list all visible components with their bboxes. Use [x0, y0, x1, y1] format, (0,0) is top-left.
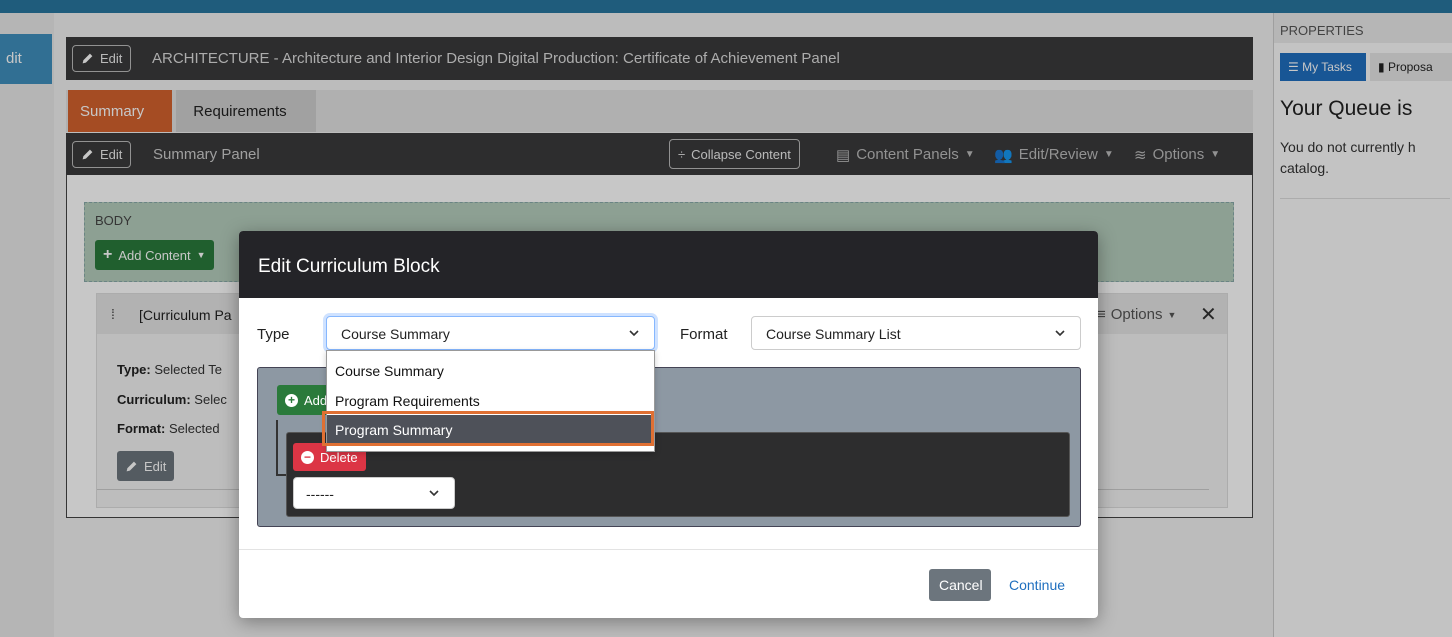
cancel-label: Cancel: [939, 577, 983, 593]
format-select[interactable]: Course Summary List: [751, 316, 1081, 350]
modal-title: Edit Curriculum Block: [239, 231, 1098, 298]
option-course-summary[interactable]: Course Summary: [335, 363, 444, 379]
chevron-down-icon: [429, 490, 439, 497]
top-bar: [0, 0, 1452, 13]
type-select-value: Course Summary: [341, 326, 450, 342]
format-label: Format: [680, 326, 728, 343]
modal-footer-divider: [239, 549, 1098, 550]
chevron-down-icon: [629, 330, 639, 337]
type-select[interactable]: Course Summary: [326, 316, 655, 350]
cancel-button[interactable]: Cancel: [929, 569, 991, 601]
add-label: Add: [304, 392, 328, 408]
edit-curriculum-modal: Edit Curriculum Block Type Course Summar…: [239, 231, 1098, 618]
format-select-value: Course Summary List: [766, 326, 901, 342]
option-program-requirements[interactable]: Program Requirements: [335, 393, 480, 409]
highlight-outline: [322, 411, 654, 446]
plus-circle-icon: +: [285, 393, 298, 407]
type-label: Type: [257, 326, 290, 343]
rule-select-value: ------: [306, 486, 334, 502]
rule-select[interactable]: ------: [293, 477, 455, 509]
minus-circle-icon: −: [301, 450, 314, 464]
chevron-down-icon: [1055, 330, 1065, 337]
continue-button[interactable]: Continue: [1009, 577, 1065, 593]
